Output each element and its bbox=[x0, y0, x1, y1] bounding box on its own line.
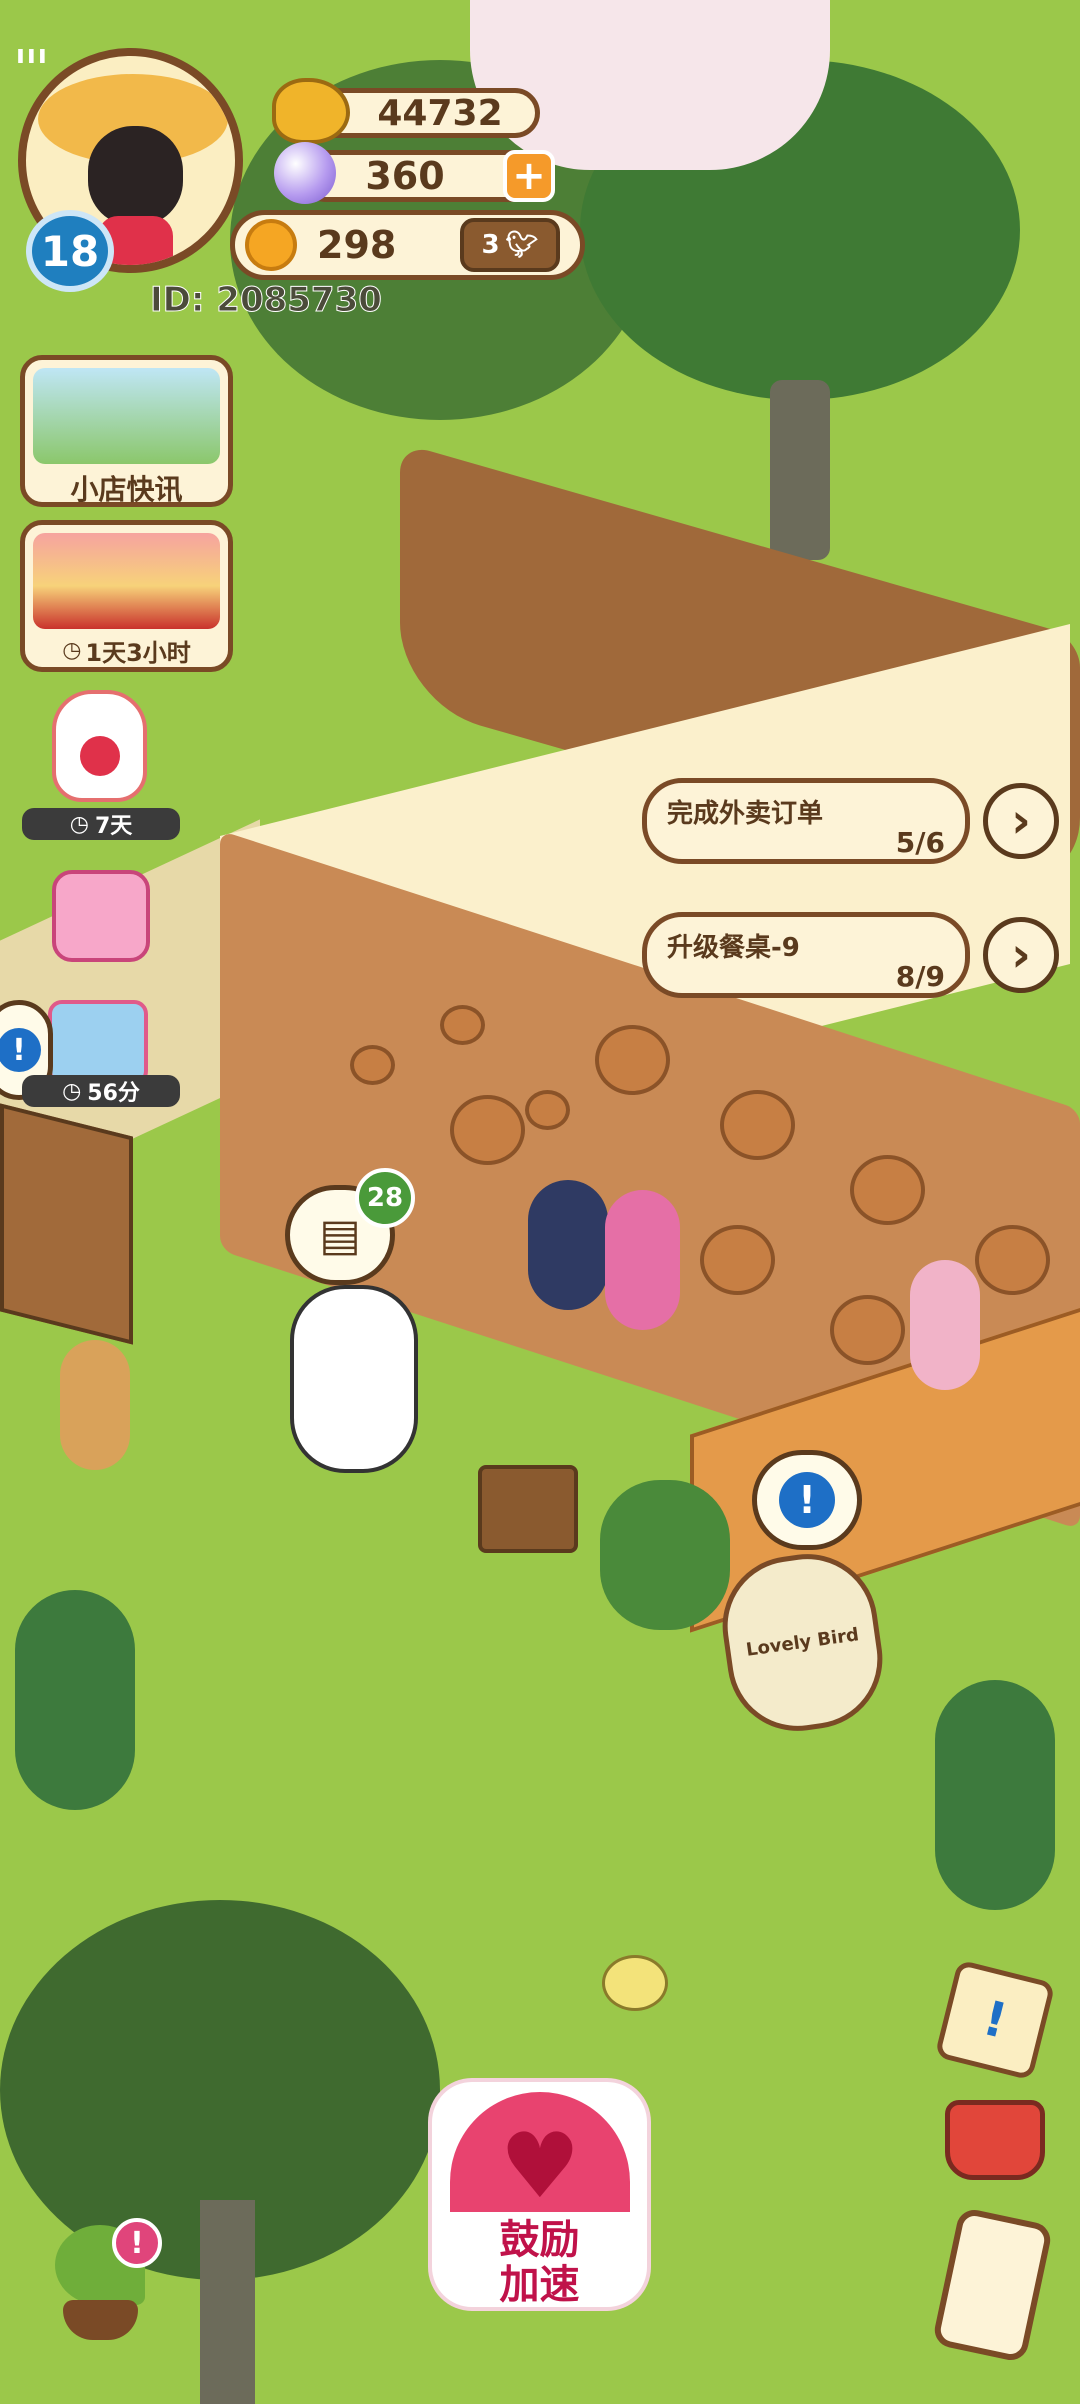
stool bbox=[700, 1225, 775, 1295]
sprout-alert-badge: ! bbox=[112, 2218, 162, 2268]
stool bbox=[440, 1005, 485, 1045]
stool bbox=[850, 1155, 925, 1225]
task-delivery-go-button[interactable]: › bbox=[983, 783, 1059, 859]
mailbox[interactable] bbox=[478, 1465, 578, 1553]
pink-gift-box-button[interactable] bbox=[52, 870, 150, 962]
flower-value: 298 bbox=[317, 223, 397, 267]
bird-cage-button[interactable]: 3 🐦︎ bbox=[460, 218, 560, 272]
stool bbox=[830, 1295, 905, 1365]
chevron-right-icon: › bbox=[1011, 927, 1031, 983]
task-label: 升级餐桌-9 bbox=[667, 933, 800, 963]
dog-villager bbox=[60, 1340, 130, 1470]
notice-board[interactable] bbox=[0, 1103, 133, 1345]
heart-icon: ♥ bbox=[450, 2092, 630, 2212]
pearl-gem-icon bbox=[274, 142, 336, 204]
exclamation-icon: ! bbox=[0, 1028, 41, 1072]
task-progress: 5/6 bbox=[895, 826, 945, 859]
shop-news-label: 小店快讯 bbox=[70, 473, 183, 506]
pot-icon bbox=[63, 2300, 138, 2340]
deer-waiter bbox=[605, 1190, 680, 1330]
bag-button[interactable] bbox=[945, 2100, 1045, 2180]
gift-timer: 56分 bbox=[87, 1081, 140, 1106]
sunset-image-icon bbox=[33, 533, 220, 629]
stool bbox=[720, 1090, 795, 1160]
bush-right bbox=[935, 1680, 1055, 1910]
game-scene: ▤ 28 Lovely Bird ! 18 ııı 44732 360 + 29… bbox=[0, 0, 1080, 2404]
encourage-speedup-button[interactable]: ♥ 鼓励 加速 bbox=[432, 2082, 647, 2308]
player-id: ID: 2085730 bbox=[150, 280, 383, 321]
encourage-label-2: 加速 bbox=[499, 2262, 580, 2308]
bird-badge-count: 3 bbox=[481, 230, 500, 260]
news-image-icon bbox=[33, 368, 220, 464]
cat-chef bbox=[910, 1260, 980, 1390]
stool bbox=[525, 1090, 570, 1130]
flower-icon bbox=[245, 219, 297, 271]
chevron-right-icon: › bbox=[1011, 793, 1031, 849]
penguin-waiter bbox=[528, 1180, 608, 1310]
bird-icon: 🐦︎ bbox=[505, 230, 539, 260]
exclamation-icon: ! bbox=[977, 1990, 1013, 2050]
clipboard-tasks-button[interactable]: ! bbox=[934, 1959, 1056, 2081]
shop-news-button[interactable]: 小店快讯 bbox=[20, 355, 233, 507]
pink-creature bbox=[470, 0, 830, 170]
task-label: 完成外卖订单 bbox=[667, 799, 824, 829]
blue-gift-box-button[interactable] bbox=[48, 1000, 148, 1085]
exclamation-icon: ! bbox=[779, 1472, 835, 1528]
rabbit-timer-box: ◷ 7天 bbox=[22, 808, 180, 840]
stool bbox=[450, 1095, 525, 1165]
gem-value: 360 bbox=[365, 154, 445, 198]
clock-icon: ◷ bbox=[62, 638, 82, 663]
gift-timer-box: ◷ 56分 bbox=[22, 1075, 180, 1107]
clock-icon: ◷ bbox=[62, 1078, 82, 1104]
panda-customer bbox=[290, 1285, 418, 1473]
task-progress: 8/9 bbox=[895, 960, 945, 993]
signal-icon: ııı bbox=[16, 40, 49, 70]
bush-left bbox=[15, 1590, 135, 1810]
clock-icon: ◷ bbox=[69, 811, 89, 837]
task-delivery-orders[interactable]: 完成外卖订单 5/6 bbox=[642, 778, 970, 864]
receipt-icon: ▤ bbox=[319, 1209, 361, 1261]
level-badge: 18 bbox=[26, 210, 114, 292]
stool bbox=[350, 1045, 395, 1085]
rabbit-gift-button[interactable] bbox=[52, 690, 147, 802]
event-banner-button[interactable]: ◷ 1天3小时 bbox=[20, 520, 233, 672]
rabbit-timer: 7天 bbox=[94, 814, 133, 839]
avatar-face-icon bbox=[88, 126, 183, 226]
event-timer: 1天3小时 bbox=[85, 639, 191, 667]
add-gems-button[interactable]: + bbox=[503, 150, 555, 202]
tree-trunk bbox=[770, 380, 830, 560]
gold-bird-icon bbox=[272, 78, 350, 144]
sign-notification-bubble[interactable]: ! bbox=[752, 1450, 862, 1550]
potted-plant bbox=[600, 1480, 730, 1630]
task-upgrade-table[interactable]: 升级餐桌-9 8/9 bbox=[642, 912, 970, 998]
stool bbox=[975, 1225, 1050, 1295]
stool bbox=[595, 1025, 670, 1095]
rabbit-icon bbox=[80, 736, 120, 776]
phone-button[interactable] bbox=[931, 2206, 1054, 2364]
sign-text: Lovely Bird bbox=[744, 1624, 861, 1661]
coin-value: 44732 bbox=[377, 92, 503, 134]
palm-trunk-bottom bbox=[200, 2200, 255, 2404]
task-upgrade-go-button[interactable]: › bbox=[983, 917, 1059, 993]
yellow-bird-decoration bbox=[602, 1955, 668, 2011]
order-count-badge: 28 bbox=[355, 1168, 415, 1228]
